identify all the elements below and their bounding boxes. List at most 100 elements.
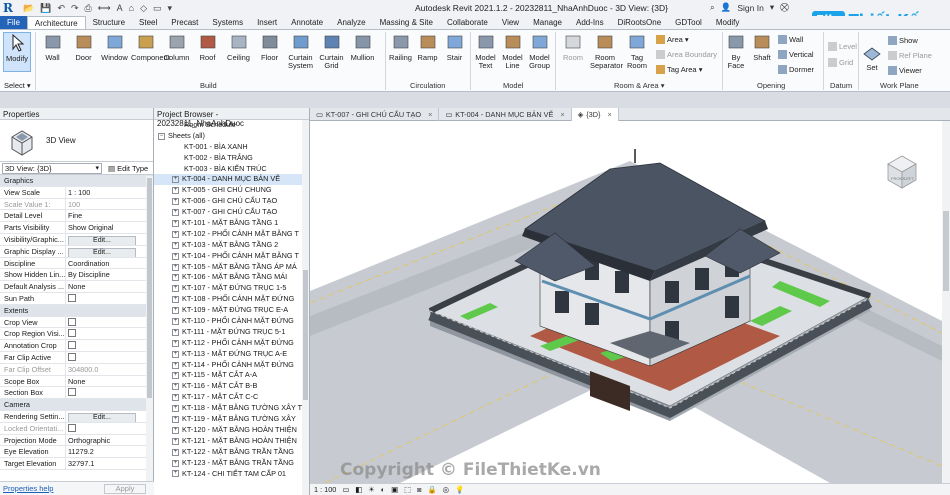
door-button[interactable]: Door bbox=[69, 32, 98, 62]
level-button[interactable]: Level bbox=[828, 42, 857, 51]
property-row-default-analysis[interactable]: Default Analysis ... None bbox=[0, 281, 153, 293]
ceiling-button[interactable]: Ceiling bbox=[224, 32, 253, 62]
close-icon[interactable]: × bbox=[607, 109, 611, 121]
property-row-eye-elevation[interactable]: Eye Elevation 11279.2 bbox=[0, 446, 153, 459]
expand-icon[interactable]: + bbox=[172, 317, 179, 325]
tab-modify[interactable]: Modify bbox=[709, 16, 747, 29]
checkbox[interactable] bbox=[68, 341, 76, 350]
component-button[interactable]: Component bbox=[131, 32, 170, 62]
window-button[interactable]: Window bbox=[100, 32, 129, 62]
browser-item[interactable]: + KT-115 - MẶT CẮT A-A bbox=[154, 370, 304, 381]
browser-item[interactable]: + KT-107 - MẶT ĐỨNG TRỤC 1-5 bbox=[154, 283, 304, 294]
view-cube[interactable]: FRONT LEFT bbox=[880, 150, 924, 196]
expand-icon[interactable]: + bbox=[172, 176, 179, 184]
expand-icon[interactable]: + bbox=[172, 307, 179, 315]
browser-item[interactable]: + KT-110 - PHỐI CẢNH MẶT ĐỨNG bbox=[154, 316, 304, 327]
shaft-button[interactable]: Shaft bbox=[750, 32, 774, 62]
by-face-button[interactable]: By Face bbox=[724, 32, 748, 70]
property-row-sun-path[interactable]: Sun Path bbox=[0, 292, 153, 305]
property-row-view-scale[interactable]: View Scale 1 : 100 bbox=[0, 186, 153, 199]
property-row-rendering-settin[interactable]: Rendering Settin... Edit... bbox=[0, 410, 153, 423]
tab-structure[interactable]: Structure bbox=[86, 16, 132, 29]
expand-icon[interactable]: + bbox=[172, 187, 179, 195]
browser-item[interactable]: − Sheets (all) bbox=[154, 131, 304, 142]
browser-item[interactable]: + KT-101 - MẶT BẰNG TẦNG 1 bbox=[154, 218, 304, 229]
browser-item[interactable]: + KT-105 - MẶT BẰNG TẦNG ÁP MÁ bbox=[154, 262, 304, 273]
wall-button[interactable]: Wall bbox=[38, 32, 67, 62]
checkbox[interactable] bbox=[68, 293, 76, 302]
grid-button[interactable]: Grid bbox=[828, 58, 853, 67]
default-3d-icon[interactable]: ⌂ bbox=[129, 3, 134, 13]
roof-button[interactable]: Roof bbox=[193, 32, 222, 62]
expand-icon[interactable]: + bbox=[172, 252, 179, 260]
property-value[interactable]: None bbox=[66, 281, 153, 292]
close-hidden-icon[interactable]: ▭ bbox=[153, 3, 162, 14]
expand-icon[interactable]: + bbox=[172, 328, 179, 336]
view-tab[interactable]: ▭ KT-007 - GHI CHÚ CẤU TẠO × bbox=[310, 108, 440, 121]
curtain-system-button[interactable]: Curtain System bbox=[286, 32, 315, 70]
measure-icon[interactable]: ⟷ bbox=[98, 3, 111, 14]
expand-icon[interactable]: + bbox=[172, 339, 179, 347]
property-value[interactable]: Edit... bbox=[66, 246, 153, 257]
lock-3d-icon[interactable]: 🔒 bbox=[428, 485, 437, 494]
browser-item[interactable]: KT-001 - BÌA XANH bbox=[154, 142, 304, 153]
property-value[interactable]: Edit... bbox=[66, 411, 153, 422]
browser-item[interactable]: + KT-103 - MẶT BẰNG TẦNG 2 bbox=[154, 240, 304, 251]
browser-item[interactable]: + KT-006 - GHI CHÚ CẤU TẠO bbox=[154, 196, 304, 207]
checkbox[interactable] bbox=[68, 317, 76, 326]
tab-systems[interactable]: Systems bbox=[205, 16, 250, 29]
property-value[interactable]: By Discipline bbox=[66, 269, 153, 280]
checkbox[interactable] bbox=[68, 352, 76, 361]
browser-item[interactable]: + KT-106 - MẶT BẰNG TẦNG MÁI bbox=[154, 272, 304, 283]
property-value[interactable]: Show Original bbox=[66, 222, 153, 233]
property-row-crop-view[interactable]: Crop View bbox=[0, 316, 153, 329]
close-icon[interactable]: × bbox=[560, 109, 564, 121]
browser-item[interactable]: + KT-116 - MẶT CẮT B-B bbox=[154, 381, 304, 392]
edit-type-button[interactable]: ▤ Edit Type bbox=[108, 164, 148, 173]
tab-architecture[interactable]: Architecture bbox=[26, 16, 86, 29]
select-dropdown[interactable]: Select ▾ bbox=[4, 81, 31, 90]
close-icon[interactable]: × bbox=[428, 109, 432, 121]
checkbox[interactable] bbox=[68, 388, 76, 397]
search-icon[interactable]: ⌕ bbox=[710, 2, 715, 13]
property-row-visibility-graphic[interactable]: Visibility/Graphic... Edit... bbox=[0, 233, 153, 246]
visual-style-icon[interactable]: ◧ bbox=[355, 485, 362, 494]
tag-room-button[interactable]: Tag Room bbox=[622, 32, 652, 70]
room-separator-button[interactable]: Room Separator bbox=[590, 32, 623, 70]
property-row-annotation-crop[interactable]: Annotation Crop bbox=[0, 340, 153, 352]
open-icon[interactable]: 📂 bbox=[23, 3, 34, 14]
3d-view-canvas[interactable] bbox=[310, 121, 942, 483]
expand-icon[interactable]: + bbox=[172, 241, 179, 249]
property-row-show-hidden-lin[interactable]: Show Hidden Lin... By Discipline bbox=[0, 269, 153, 282]
browser-item[interactable]: + KT-005 - GHI CHÚ CHUNG bbox=[154, 185, 304, 196]
browser-item[interactable]: + KT-121 - MẶT BẰNG HOÀN THIỆN bbox=[154, 436, 304, 447]
browser-item[interactable]: + KT-104 - PHỐI CẢNH MẶT BẰNG T bbox=[154, 251, 304, 262]
wall-opening-button[interactable]: Wall bbox=[778, 35, 803, 44]
tab-manage[interactable]: Manage bbox=[526, 16, 569, 29]
expand-icon[interactable]: + bbox=[172, 209, 179, 217]
property-row-far-clip-active[interactable]: Far Clip Active bbox=[0, 351, 153, 364]
railing-button[interactable]: Railing bbox=[388, 32, 413, 62]
view-tab[interactable]: ◈ {3D} × bbox=[571, 108, 619, 121]
tab-gdtool[interactable]: GDTool bbox=[668, 16, 709, 29]
expand-icon[interactable]: + bbox=[172, 230, 179, 238]
expand-icon[interactable]: + bbox=[172, 274, 179, 282]
reveal-hidden-icon[interactable]: 💡 bbox=[455, 485, 464, 494]
expand-icon[interactable]: + bbox=[172, 405, 179, 413]
property-value[interactable] bbox=[66, 340, 153, 351]
browser-item[interactable]: KT-002 - BÌA TRẮNG bbox=[154, 153, 304, 164]
edit-button[interactable]: Edit... bbox=[68, 247, 136, 257]
expand-icon[interactable]: + bbox=[172, 285, 179, 293]
expand-icon[interactable]: + bbox=[172, 296, 179, 304]
viewer-button[interactable]: Viewer bbox=[888, 66, 922, 75]
edit-button[interactable]: Edit... bbox=[68, 412, 136, 422]
area-button[interactable]: Area ▾ bbox=[656, 35, 689, 44]
browser-item[interactable]: + KT-117 - MẶT CẮT C-C bbox=[154, 392, 304, 403]
revit-logo-icon[interactable]: R bbox=[3, 1, 17, 15]
expand-icon[interactable]: + bbox=[172, 198, 179, 206]
property-value[interactable]: Edit... bbox=[66, 234, 153, 245]
property-row-discipline[interactable]: Discipline Coordination bbox=[0, 257, 153, 270]
expand-icon[interactable]: + bbox=[172, 426, 179, 434]
temporary-hide-icon[interactable]: ◎ bbox=[443, 485, 449, 494]
column-button[interactable]: Column bbox=[162, 32, 191, 62]
